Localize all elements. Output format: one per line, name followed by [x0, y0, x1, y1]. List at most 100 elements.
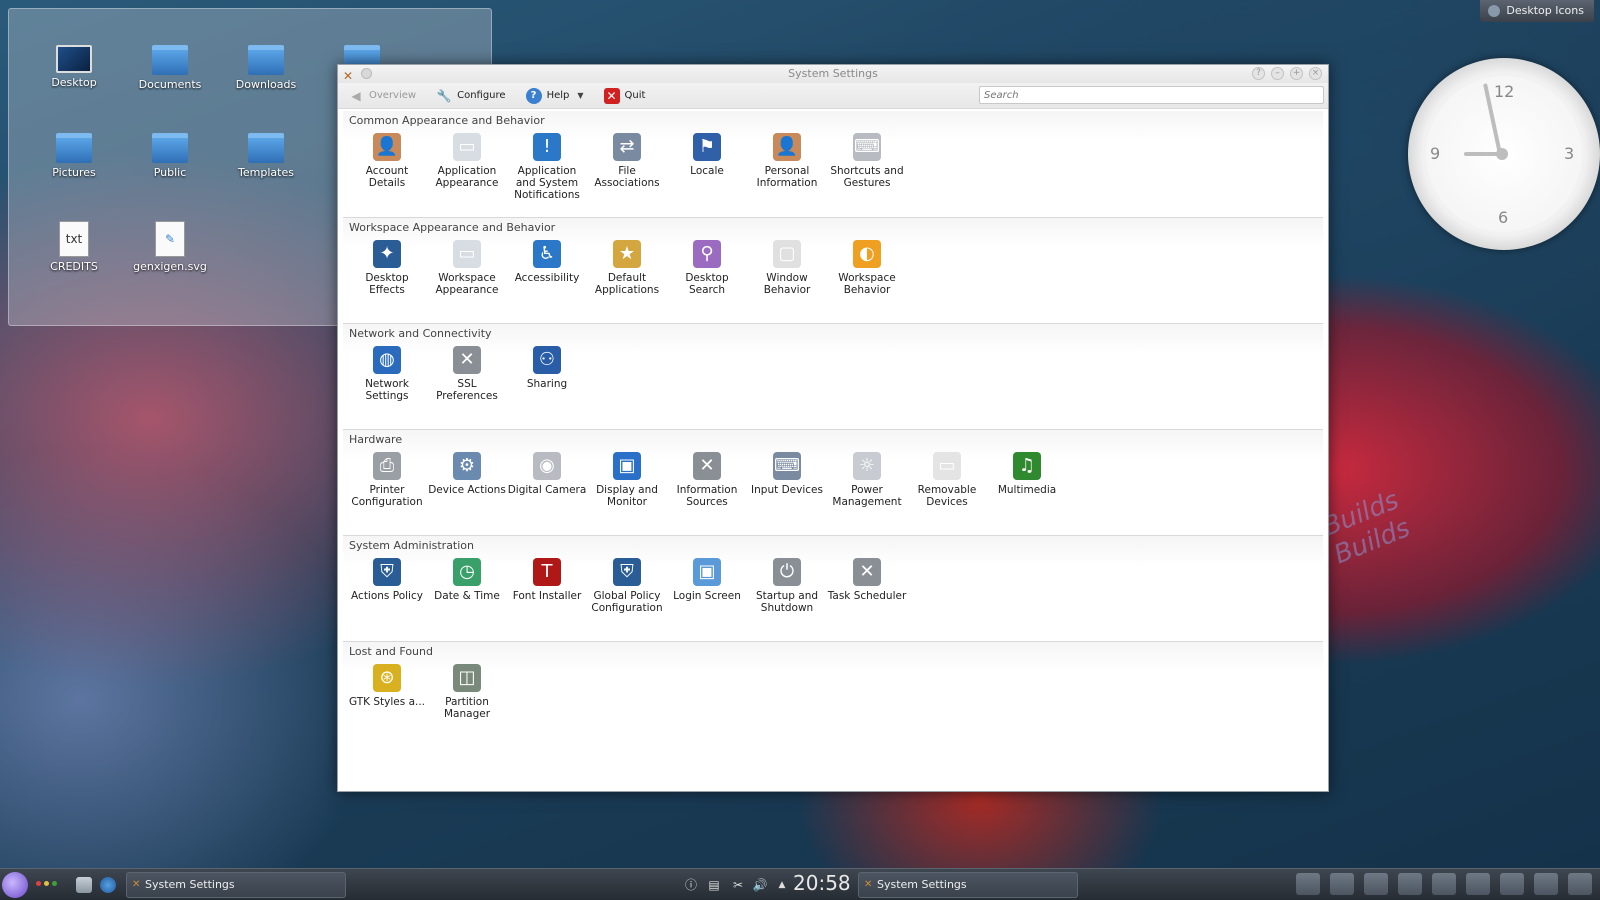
help-window-button[interactable]: ? [1252, 67, 1265, 80]
taskbar-launchers [1296, 873, 1600, 895]
settings-module-label: Date & Time [434, 590, 500, 602]
tools-icon[interactable]: ✂ [730, 877, 746, 893]
font-installer-icon: T [533, 558, 561, 586]
configure-button[interactable]: 🔧 Configure [432, 85, 509, 107]
info-icon[interactable]: ⓘ [683, 877, 699, 893]
close-button[interactable]: × [1309, 67, 1322, 80]
pager-dot[interactable] [52, 881, 57, 886]
settings-module[interactable]: ⚑ Locale [667, 133, 747, 201]
category-title: Hardware [349, 433, 403, 446]
settings-module[interactable]: T Font Installer [507, 558, 587, 614]
chevron-up-icon[interactable]: ▲ [774, 877, 790, 893]
taskbar-task-system-settings[interactable]: System Settings [126, 872, 346, 898]
settings-module[interactable]: ! Application and System Notifications [507, 133, 587, 201]
show-desktop-icon[interactable] [76, 877, 92, 893]
settings-module[interactable]: ✦ Desktop Effects [347, 240, 427, 296]
taskbar-task-system-settings[interactable]: System Settings [858, 872, 1078, 898]
settings-module[interactable]: ☼ Power Management [827, 452, 907, 508]
partition-icon: ◫ [453, 664, 481, 692]
settings-module-label: Startup and Shutdown [755, 590, 819, 614]
settings-module[interactable]: 👤 Account Details [347, 133, 427, 201]
settings-module[interactable]: ♫ Multimedia [987, 452, 1067, 508]
desktop-icon[interactable]: Documents [125, 45, 215, 91]
launcher-icon[interactable] [1296, 873, 1320, 895]
window-titlebar[interactable]: ✕ System Settings ? – + × [338, 65, 1328, 83]
launcher-icon[interactable] [1364, 873, 1388, 895]
desktop-icon[interactable]: Pictures [29, 133, 119, 179]
minimize-button[interactable]: – [1271, 67, 1284, 80]
appearance-icon: ▭ [453, 133, 481, 161]
settings-module[interactable]: ✕ Information Sources [667, 452, 747, 508]
settings-module[interactable]: ▭ Workspace Appearance [427, 240, 507, 296]
help-button[interactable]: ? Help ▼ [522, 85, 588, 107]
overview-button[interactable]: ◀ Overview [344, 85, 420, 107]
settings-module[interactable]: ▢ Window Behavior [747, 240, 827, 296]
desktop-icons-button[interactable]: Desktop Icons [1480, 0, 1594, 22]
volume-icon[interactable]: 🔊 [752, 877, 768, 893]
category-items: ◍ Network Settings ✕ SSL Preferences ⚇ Sharin… [347, 346, 587, 402]
desktop-icon-label: Desktop [51, 76, 97, 89]
system-settings-window[interactable]: ✕ System Settings ? – + × ◀ Overview 🔧 C… [337, 64, 1329, 792]
back-arrow-icon: ◀ [351, 88, 361, 103]
settings-module[interactable]: ✕ SSL Preferences [427, 346, 507, 402]
settings-module[interactable]: ⊛ GTK Styles a... [347, 664, 427, 720]
settings-module[interactable]: ◉ Digital Camera [507, 452, 587, 508]
maximize-button[interactable]: + [1290, 67, 1303, 80]
settings-module[interactable]: ⌨ Shortcuts and Gestures [827, 133, 907, 201]
settings-module[interactable]: ◐ Workspace Behavior [827, 240, 907, 296]
settings-module[interactable]: ◫ Partition Manager [427, 664, 507, 720]
launcher-icon[interactable] [1568, 873, 1592, 895]
launcher-icon[interactable] [1466, 873, 1490, 895]
default-apps-icon: ★ [613, 240, 641, 268]
launcher-icon[interactable] [1500, 873, 1524, 895]
display-icon[interactable]: ▤ [706, 877, 722, 893]
wrench-icon: 🔧 [436, 88, 452, 103]
settings-module[interactable]: ▭ Application Appearance [427, 133, 507, 201]
desktop-icon[interactable]: Public [125, 133, 215, 179]
taskbar-clock[interactable]: 20:58 [793, 871, 851, 895]
chevron-down-icon[interactable]: ▼ [577, 91, 583, 100]
application-launcher-icon[interactable] [2, 872, 28, 898]
settings-module-label: Application and System Notifications [514, 165, 580, 201]
settings-module[interactable]: ⚙ Device Actions [427, 452, 507, 508]
settings-module[interactable]: ⌨ Input Devices [747, 452, 827, 508]
settings-module[interactable]: ⏻ Startup and Shutdown [747, 558, 827, 614]
settings-module[interactable]: ⛨ Global Policy Configuration [587, 558, 667, 614]
settings-module[interactable]: ✕ Task Scheduler [827, 558, 907, 614]
desktop-icon[interactable]: txt CREDITS [29, 221, 119, 273]
pin-icon[interactable] [361, 68, 372, 79]
network-tray-icon[interactable] [100, 877, 116, 893]
settings-module[interactable]: ◍ Network Settings [347, 346, 427, 402]
desktop-icon[interactable]: ✎ genxigen.svg [125, 221, 215, 273]
desktop-icon[interactable]: Downloads [221, 45, 311, 91]
settings-module[interactable]: ▣ Login Screen [667, 558, 747, 614]
settings-module-label: Input Devices [751, 484, 823, 496]
category-title: Network and Connectivity [349, 327, 492, 340]
settings-module-label: Digital Camera [507, 484, 587, 496]
settings-module[interactable]: ⎙ Printer Configuration [347, 452, 427, 508]
clock-numeral: 9 [1430, 144, 1441, 163]
pager-dot[interactable] [36, 881, 41, 886]
quit-button[interactable]: ✕ Quit [600, 85, 650, 107]
settings-module[interactable]: 👤 Personal Information [747, 133, 827, 201]
settings-module[interactable]: ◷ Date & Time [427, 558, 507, 614]
desktop-icon[interactable]: Desktop [29, 45, 119, 89]
launcher-icon[interactable] [1330, 873, 1354, 895]
settings-module[interactable]: ▣ Display and Monitor [587, 452, 667, 508]
settings-module[interactable]: ⛨ Actions Policy [347, 558, 427, 614]
launcher-icon[interactable] [1398, 873, 1422, 895]
desktop-pager[interactable] [36, 881, 57, 886]
settings-module[interactable]: ♿ Accessibility [507, 240, 587, 296]
settings-module[interactable]: ⚲ Desktop Search [667, 240, 747, 296]
search-input[interactable] [979, 86, 1324, 104]
gtk-icon: ⊛ [373, 664, 401, 692]
desktop-icon[interactable]: Templates [221, 133, 311, 179]
launcher-icon[interactable] [1534, 873, 1558, 895]
settings-module[interactable]: ⚇ Sharing [507, 346, 587, 402]
overview-label: Overview [369, 90, 417, 101]
launcher-icon[interactable] [1432, 873, 1456, 895]
settings-module[interactable]: ⇄ File Associations [587, 133, 667, 201]
settings-module[interactable]: ★ Default Applications [587, 240, 667, 296]
pager-dot[interactable] [44, 881, 49, 886]
settings-module[interactable]: ▭ Removable Devices [907, 452, 987, 508]
